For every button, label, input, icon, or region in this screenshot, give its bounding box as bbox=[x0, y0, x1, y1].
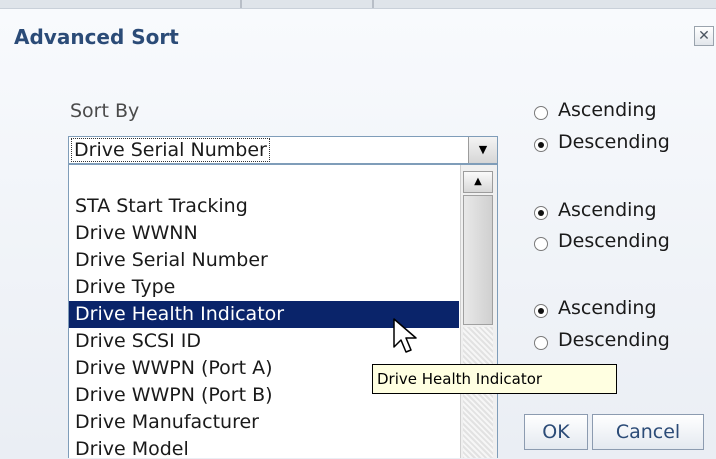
mouse-pointer-icon bbox=[393, 318, 417, 353]
descending-radio-2[interactable] bbox=[534, 237, 548, 251]
descending-label-3: Descending bbox=[558, 329, 670, 351]
list-item[interactable]: Drive Serial Number bbox=[69, 247, 459, 274]
cancel-button[interactable]: Cancel bbox=[592, 414, 704, 450]
list-item[interactable]: STA Start Tracking bbox=[69, 193, 459, 220]
dialog-title: Advanced Sort bbox=[14, 25, 179, 49]
descending-label-1: Descending bbox=[558, 131, 670, 153]
close-icon[interactable]: ✕ bbox=[694, 26, 714, 46]
list-item[interactable]: Drive WWNN bbox=[69, 220, 459, 247]
sort-by-options-list[interactable]: STA Start Tracking Drive WWNN Drive Seri… bbox=[68, 164, 498, 458]
scroll-thumb[interactable] bbox=[463, 195, 493, 325]
list-item[interactable]: Drive Type bbox=[69, 274, 459, 301]
list-item[interactable]: Drive Model bbox=[69, 436, 459, 458]
descending-radio-1[interactable] bbox=[534, 138, 548, 152]
sort-by-label: Sort By bbox=[70, 100, 140, 122]
ascending-radio-1[interactable] bbox=[534, 106, 548, 120]
ascending-label-1: Ascending bbox=[558, 99, 657, 121]
dropdown-arrow-icon[interactable]: ▼ bbox=[468, 137, 497, 163]
sort-by-select[interactable]: Drive Serial Number ▼ bbox=[68, 136, 498, 164]
ascending-radio-3[interactable] bbox=[534, 304, 548, 318]
scroll-up-arrow-icon[interactable]: ▲ bbox=[463, 171, 493, 193]
tooltip: Drive Health Indicator bbox=[372, 364, 617, 394]
list-item[interactable]: Drive Manufacturer bbox=[69, 409, 459, 436]
ascending-label-2: Ascending bbox=[558, 199, 657, 221]
list-scrollbar[interactable]: ▲ bbox=[460, 165, 497, 458]
descending-label-2: Descending bbox=[558, 230, 670, 252]
descending-radio-3[interactable] bbox=[534, 336, 548, 350]
ok-button[interactable]: OK bbox=[524, 414, 588, 450]
sort-by-selected-value: Drive Serial Number bbox=[71, 138, 270, 162]
ascending-radio-2[interactable] bbox=[534, 206, 548, 220]
ascending-label-3: Ascending bbox=[558, 297, 657, 319]
